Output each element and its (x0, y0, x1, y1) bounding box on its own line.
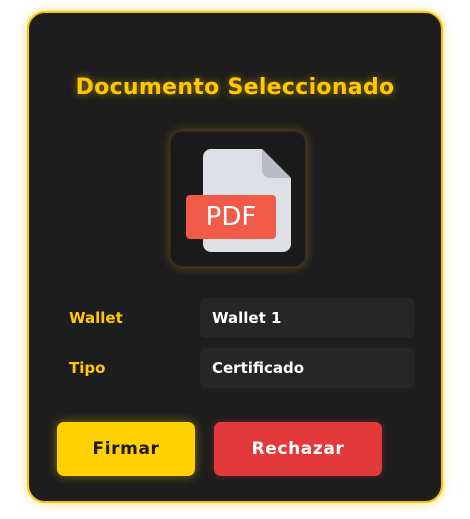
document-card: Documento Seleccionado PDF Wallet Wallet… (27, 11, 443, 503)
pdf-badge-text: PDF (206, 202, 257, 232)
panel-title: Documento Seleccionado (75, 75, 395, 100)
wallet-label: Wallet (69, 309, 123, 327)
reject-button[interactable]: Rechazar (214, 422, 382, 476)
pdf-file-icon: PDF (186, 149, 291, 252)
tipo-value: Certificado (200, 348, 415, 388)
document-preview[interactable]: PDF (170, 131, 306, 267)
wallet-value: Wallet 1 (200, 298, 415, 338)
sign-button[interactable]: Firmar (57, 422, 195, 476)
tipo-label: Tipo (69, 359, 106, 377)
